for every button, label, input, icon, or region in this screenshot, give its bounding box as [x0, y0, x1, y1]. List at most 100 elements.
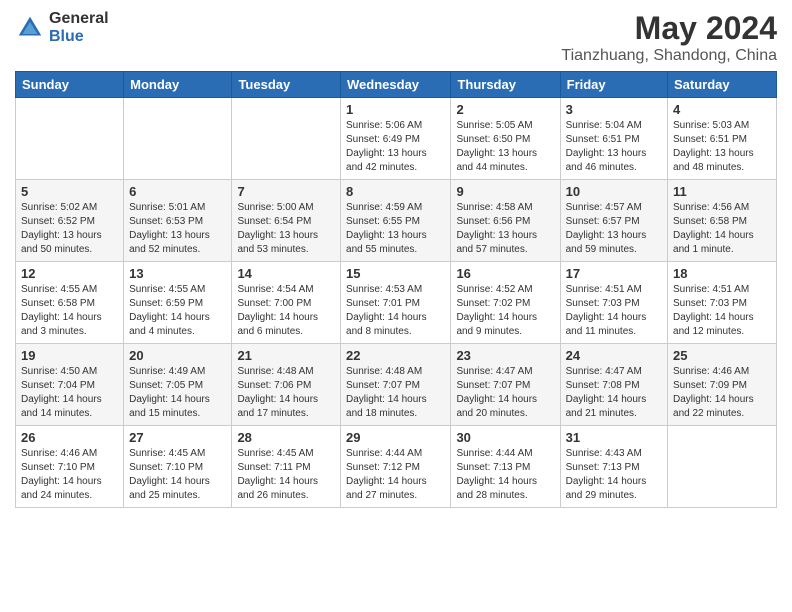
day-number: 3 [566, 102, 662, 117]
col-header-thursday: Thursday [451, 72, 560, 98]
day-info: Sunrise: 4:55 AM Sunset: 6:58 PM Dayligh… [21, 283, 118, 339]
day-number: 19 [21, 348, 118, 363]
day-info: Sunrise: 4:43 AM Sunset: 7:13 PM Dayligh… [566, 447, 662, 503]
calendar-cell: 8 Sunrise: 4:59 AM Sunset: 6:55 PM Daylig… [341, 180, 451, 262]
page: General Blue May 2024 Tianzhuang, Shando… [0, 0, 792, 612]
day-info: Sunrise: 4:51 AM Sunset: 7:03 PM Dayligh… [673, 283, 771, 339]
calendar-cell [16, 98, 124, 180]
day-number: 20 [129, 348, 226, 363]
calendar-cell: 1 Sunrise: 5:06 AM Sunset: 6:49 PM Daylig… [341, 98, 451, 180]
calendar-cell: 20 Sunrise: 4:49 AM Sunset: 7:05 PM Dayli… [124, 344, 232, 426]
day-number: 26 [21, 430, 118, 445]
day-info: Sunrise: 4:56 AM Sunset: 6:58 PM Dayligh… [673, 201, 771, 257]
day-info: Sunrise: 4:47 AM Sunset: 7:07 PM Dayligh… [456, 365, 554, 421]
day-info: Sunrise: 4:48 AM Sunset: 7:07 PM Dayligh… [346, 365, 445, 421]
day-info: Sunrise: 4:45 AM Sunset: 7:11 PM Dayligh… [237, 447, 335, 503]
main-title: May 2024 [561, 10, 777, 47]
col-header-wednesday: Wednesday [341, 72, 451, 98]
day-number: 13 [129, 266, 226, 281]
calendar-cell: 6Sunrise: 5:01 AM Sunset: 6:53 PM Daylig… [124, 180, 232, 262]
day-info: Sunrise: 4:50 AM Sunset: 7:04 PM Dayligh… [21, 365, 118, 421]
day-number: 5 [21, 184, 118, 199]
day-info: Sunrise: 4:47 AM Sunset: 7:08 PM Dayligh… [566, 365, 662, 421]
day-number: 1 [346, 102, 445, 117]
day-info: Sunrise: 5:03 AM Sunset: 6:51 PM Dayligh… [673, 119, 771, 175]
day-info: Sunrise: 5:04 AM Sunset: 6:51 PM Dayligh… [566, 119, 662, 175]
day-info: Sunrise: 5:02 AM Sunset: 6:52 PM Dayligh… [21, 201, 118, 257]
calendar: Sunday Monday Tuesday Wednesday Thursday… [15, 71, 777, 508]
logo-blue: Blue [49, 28, 109, 46]
day-number: 21 [237, 348, 335, 363]
calendar-cell [124, 98, 232, 180]
calendar-cell: 27Sunrise: 4:45 AM Sunset: 7:10 PM Dayli… [124, 426, 232, 508]
calendar-cell: 17Sunrise: 4:51 AM Sunset: 7:03 PM Dayli… [560, 262, 667, 344]
day-number: 12 [21, 266, 118, 281]
logo: General Blue [15, 10, 109, 45]
day-number: 8 [346, 184, 445, 199]
day-number: 24 [566, 348, 662, 363]
day-number: 7 [237, 184, 335, 199]
header: General Blue May 2024 Tianzhuang, Shando… [15, 10, 777, 65]
calendar-week-row-5: 26 Sunrise: 4:46 AM Sunset: 7:10 PM Dayli… [16, 426, 777, 508]
day-info: Sunrise: 4:54 AM Sunset: 7:00 PM Dayligh… [237, 283, 335, 339]
day-info: Sunrise: 4:44 AM Sunset: 7:12 PM Dayligh… [346, 447, 445, 503]
calendar-cell [668, 426, 777, 508]
day-info: Sunrise: 4:48 AM Sunset: 7:06 PM Dayligh… [237, 365, 335, 421]
col-header-monday: Monday [124, 72, 232, 98]
calendar-week-row-3: 12 Sunrise: 4:55 AM Sunset: 6:58 PM Dayli… [16, 262, 777, 344]
day-info: Sunrise: 5:05 AM Sunset: 6:50 PM Dayligh… [456, 119, 554, 175]
day-number: 16 [456, 266, 554, 281]
calendar-cell: 29 Sunrise: 4:44 AM Sunset: 7:12 PM Dayli… [341, 426, 451, 508]
col-header-tuesday: Tuesday [232, 72, 341, 98]
day-number: 23 [456, 348, 554, 363]
day-info: Sunrise: 5:01 AM Sunset: 6:53 PM Dayligh… [129, 201, 226, 257]
calendar-cell: 14Sunrise: 4:54 AM Sunset: 7:00 PM Dayli… [232, 262, 341, 344]
calendar-week-row-2: 5 Sunrise: 5:02 AM Sunset: 6:52 PM Daylig… [16, 180, 777, 262]
day-number: 15 [346, 266, 445, 281]
calendar-week-row-4: 19 Sunrise: 4:50 AM Sunset: 7:04 PM Dayli… [16, 344, 777, 426]
day-number: 25 [673, 348, 771, 363]
day-number: 29 [346, 430, 445, 445]
calendar-cell: 23 Sunrise: 4:47 AM Sunset: 7:07 PM Dayli… [451, 344, 560, 426]
logo-text: General Blue [49, 10, 109, 45]
day-number: 30 [456, 430, 554, 445]
calendar-cell: 13Sunrise: 4:55 AM Sunset: 6:59 PM Dayli… [124, 262, 232, 344]
day-info: Sunrise: 4:59 AM Sunset: 6:55 PM Dayligh… [346, 201, 445, 257]
day-number: 11 [673, 184, 771, 199]
calendar-cell: 19 Sunrise: 4:50 AM Sunset: 7:04 PM Dayli… [16, 344, 124, 426]
day-info: Sunrise: 4:49 AM Sunset: 7:05 PM Dayligh… [129, 365, 226, 421]
calendar-cell: 28Sunrise: 4:45 AM Sunset: 7:11 PM Dayli… [232, 426, 341, 508]
calendar-cell: 18 Sunrise: 4:51 AM Sunset: 7:03 PM Dayli… [668, 262, 777, 344]
day-info: Sunrise: 4:51 AM Sunset: 7:03 PM Dayligh… [566, 283, 662, 339]
day-number: 4 [673, 102, 771, 117]
title-block: May 2024 Tianzhuang, Shandong, China [561, 10, 777, 65]
calendar-cell [232, 98, 341, 180]
calendar-cell: 25 Sunrise: 4:46 AM Sunset: 7:09 PM Dayli… [668, 344, 777, 426]
day-number: 10 [566, 184, 662, 199]
day-info: Sunrise: 4:46 AM Sunset: 7:09 PM Dayligh… [673, 365, 771, 421]
calendar-cell: 4 Sunrise: 5:03 AM Sunset: 6:51 PM Daylig… [668, 98, 777, 180]
calendar-cell: 10Sunrise: 4:57 AM Sunset: 6:57 PM Dayli… [560, 180, 667, 262]
calendar-cell: 11 Sunrise: 4:56 AM Sunset: 6:58 PM Dayli… [668, 180, 777, 262]
calendar-cell: 22 Sunrise: 4:48 AM Sunset: 7:07 PM Dayli… [341, 344, 451, 426]
day-info: Sunrise: 5:06 AM Sunset: 6:49 PM Dayligh… [346, 119, 445, 175]
logo-general: General [49, 10, 109, 28]
calendar-header-row: Sunday Monday Tuesday Wednesday Thursday… [16, 72, 777, 98]
day-info: Sunrise: 4:58 AM Sunset: 6:56 PM Dayligh… [456, 201, 554, 257]
calendar-cell: 15Sunrise: 4:53 AM Sunset: 7:01 PM Dayli… [341, 262, 451, 344]
calendar-cell: 30 Sunrise: 4:44 AM Sunset: 7:13 PM Dayli… [451, 426, 560, 508]
day-info: Sunrise: 4:46 AM Sunset: 7:10 PM Dayligh… [21, 447, 118, 503]
logo-icon [15, 13, 45, 43]
day-number: 22 [346, 348, 445, 363]
calendar-cell: 12 Sunrise: 4:55 AM Sunset: 6:58 PM Dayli… [16, 262, 124, 344]
day-number: 2 [456, 102, 554, 117]
calendar-cell: 31Sunrise: 4:43 AM Sunset: 7:13 PM Dayli… [560, 426, 667, 508]
day-info: Sunrise: 4:52 AM Sunset: 7:02 PM Dayligh… [456, 283, 554, 339]
calendar-cell: 16 Sunrise: 4:52 AM Sunset: 7:02 PM Dayli… [451, 262, 560, 344]
calendar-cell: 9Sunrise: 4:58 AM Sunset: 6:56 PM Daylig… [451, 180, 560, 262]
col-header-sunday: Sunday [16, 72, 124, 98]
day-number: 18 [673, 266, 771, 281]
day-info: Sunrise: 4:44 AM Sunset: 7:13 PM Dayligh… [456, 447, 554, 503]
day-info: Sunrise: 5:00 AM Sunset: 6:54 PM Dayligh… [237, 201, 335, 257]
day-number: 27 [129, 430, 226, 445]
